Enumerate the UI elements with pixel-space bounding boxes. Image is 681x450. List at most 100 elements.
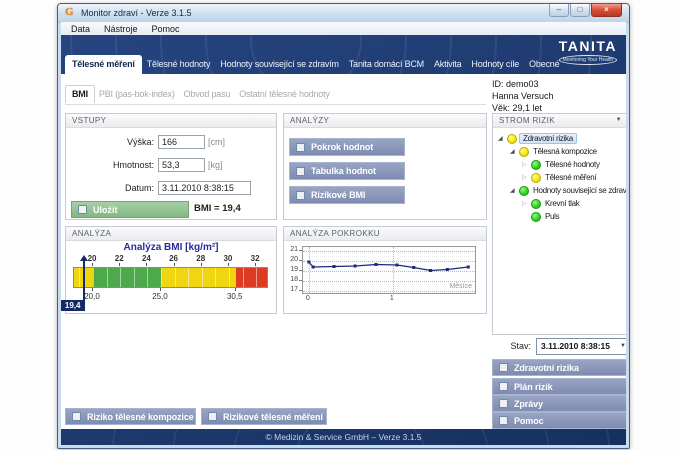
zpravy-button[interactable]: Zprávy [492,395,626,412]
riziko-telesne-kompozice-button[interactable]: Riziko tělesné kompozice [65,408,196,425]
menu-bar: Data Nástroje Pomoc [61,22,626,36]
rizikove-bmi-icon [296,191,305,200]
height-input[interactable] [158,135,205,149]
main-tabs: Tělesné měření Tělesné hodnoty Hodnoty s… [65,55,564,74]
tree-expander-icon[interactable]: ◢ [510,187,519,194]
tab-obecne[interactable]: Obecné [524,56,564,74]
pomoc-button[interactable]: Pomoc [492,412,626,429]
close-button[interactable]: × [591,4,622,17]
tree-expander-icon[interactable]: ▷ [522,200,531,207]
progress-chart: 171819202101Měsíce [287,243,481,307]
tab-hodnoty-cile[interactable]: Hodnoty cíle [466,56,524,74]
tanita-logo: TANITA Monitoring Your Health [559,38,617,65]
window-controls: – □ × [548,4,622,17]
panel-strom-header[interactable]: STROM RIZIK ▼ [493,114,626,128]
height-label: Výška: [66,135,154,149]
subtab-bmi[interactable]: BMI [65,85,95,103]
height-row: Výška: [cm] [66,135,276,149]
panel-pokrok-header: ANALÝZA POKROKKU [284,227,486,241]
tree-node-label[interactable]: Zdravotní rizika [519,133,577,144]
tree-row: ▷ Tělesné hodnoty [493,158,626,171]
height-unit: [cm] [208,135,225,149]
tree-node-label[interactable]: Hodnoty související se zdravím [533,186,626,195]
minimize-icon: – [557,5,561,15]
tree-node-label[interactable]: Puls [545,212,559,221]
tree-expander-icon[interactable]: ◢ [510,148,519,155]
risk-status-dot-yellow [507,134,517,144]
tab-hodnoty-souvisejici[interactable]: Hodnoty související se zdravím [215,56,344,74]
weight-input[interactable] [158,158,205,172]
date-input[interactable] [158,181,251,195]
maximize-button[interactable]: □ [570,4,590,17]
zdravotni-rizika-icon [499,363,508,372]
plan-rizik-icon [499,382,508,391]
tree-row: ◢ Hodnoty související se zdravím [493,184,626,197]
tree-row: ▷ Krevní tlak [493,197,626,210]
tree-row: Puls [493,210,626,223]
tree-row: ◢ Zdravotní rizika [493,132,626,145]
tree-node-label[interactable]: Tělesné měření [545,173,596,182]
tab-aktivita[interactable]: Aktivita [429,56,466,74]
tree-node-label[interactable]: Tělesná kompozice [533,147,597,156]
tabulka-hodnot-icon [296,167,305,176]
save-icon [78,205,87,214]
menu-nastroje[interactable]: Nástroje [97,24,145,34]
risk-status-dot-yellow [519,147,529,157]
subtab-pbi[interactable]: PBI (pas-bok-index) [99,89,175,99]
tabulka-hodnot-button[interactable]: Tabulka hodnot [289,162,405,180]
zpravy-icon [499,399,508,408]
zdravotni-rizika-button[interactable]: Zdravotní rizika [492,359,626,376]
tanita-tagline: Monitoring Your Health [559,55,617,65]
weight-unit: [kg] [208,158,223,172]
weight-row: Hmotnost: [kg] [66,158,276,172]
tab-telesne-mereni[interactable]: Tělesné měření [65,55,142,74]
tree-node-label[interactable]: Tělesné hodnoty [545,160,600,169]
patient-name: Hanna Versuch [492,90,554,102]
stav-label: Stav: [486,341,531,351]
app-window: G Monitor zdraví - Verze 3.1.5 – □ × Dat… [57,3,630,449]
tree-row: ◢ Tělesná kompozice [493,145,626,158]
panel-analyzy-header: ANALÝZY [284,114,486,128]
tab-telesne-hodnoty[interactable]: Tělesné hodnoty [142,56,216,74]
subtab-obvod-pasu[interactable]: Obvod pasu [184,89,231,99]
subtab-ostatni[interactable]: Ostatní tělesné hodnoty [239,89,329,99]
close-icon: × [604,5,609,15]
risk-status-dot-green [531,199,541,209]
risk-status-dot-green [531,212,541,222]
tree-expander-icon[interactable]: ▷ [522,161,531,168]
risk-tree: ◢ Zdravotní rizika ◢ Tělesná kompozice ▷… [493,127,626,334]
patient-id: ID: demo03 [492,78,554,90]
pomoc-icon [499,416,508,425]
menu-pomoc[interactable]: Pomoc [145,24,187,34]
panel-analyzy: ANALÝZY Pokrok hodnot Tabulka hodnot Riz… [283,113,487,220]
save-button[interactable]: Uložit [71,201,189,218]
tree-node-label[interactable]: Krevní tlak [545,199,580,208]
panel-strom-rizik: STROM RIZIK ▼ ◢ Zdravotní rizika ◢ Těles… [492,113,626,335]
menu-data[interactable]: Data [64,24,97,34]
footer: © Medizin & Service GmbH – Verze 3.1.5 [61,429,626,445]
save-label: Uložit [93,205,118,215]
content-area: BMI PBI (pas-bok-index) Obvod pasu Ostat… [61,74,626,429]
minimize-button[interactable]: – [549,4,569,17]
title-bar[interactable]: G Monitor zdraví - Verze 3.1.5 – □ × [58,4,629,23]
panel-analyza: ANALÝZA Analýza BMI [kg/m²] 202224262830… [65,226,277,314]
patient-info: ID: demo03 Hanna Versuch Věk: 29,1 let [492,78,554,114]
riziko-kompozice-icon [72,412,81,421]
pokrok-hodnot-button[interactable]: Pokrok hodnot [289,138,405,156]
stav-dropdown[interactable]: 3.11.2010 8:38:15 ▼ [536,338,626,355]
rizikove-bmi-button[interactable]: Rizikové BMI [289,186,405,204]
collapse-arrow-icon[interactable]: ▼ [616,114,622,127]
risk-status-dot-yellow [531,173,541,183]
bmi-result: BMI = 19,4 [194,203,241,214]
copyright-text: © Medizin & Service GmbH – Verze 3.1.5 [265,432,421,442]
plan-rizik-button[interactable]: Plán rizik [492,378,626,395]
risk-status-dot-green [519,186,529,196]
tanita-wordmark: TANITA [559,38,617,54]
tree-expander-icon[interactable]: ▷ [522,174,531,181]
rizikove-telesne-mereni-button[interactable]: Rizikové tělesné měření [201,408,327,425]
panel-vstupy: VSTUPY Výška: [cm] Hmotnost: [kg] Datum: [65,113,277,220]
rizikove-mereni-icon [208,412,217,421]
pokrok-hodnot-icon [296,143,305,152]
tree-expander-icon[interactable]: ◢ [498,135,507,142]
tab-tanita-domaci-bcm[interactable]: Tanita domácí BCM [344,56,429,74]
